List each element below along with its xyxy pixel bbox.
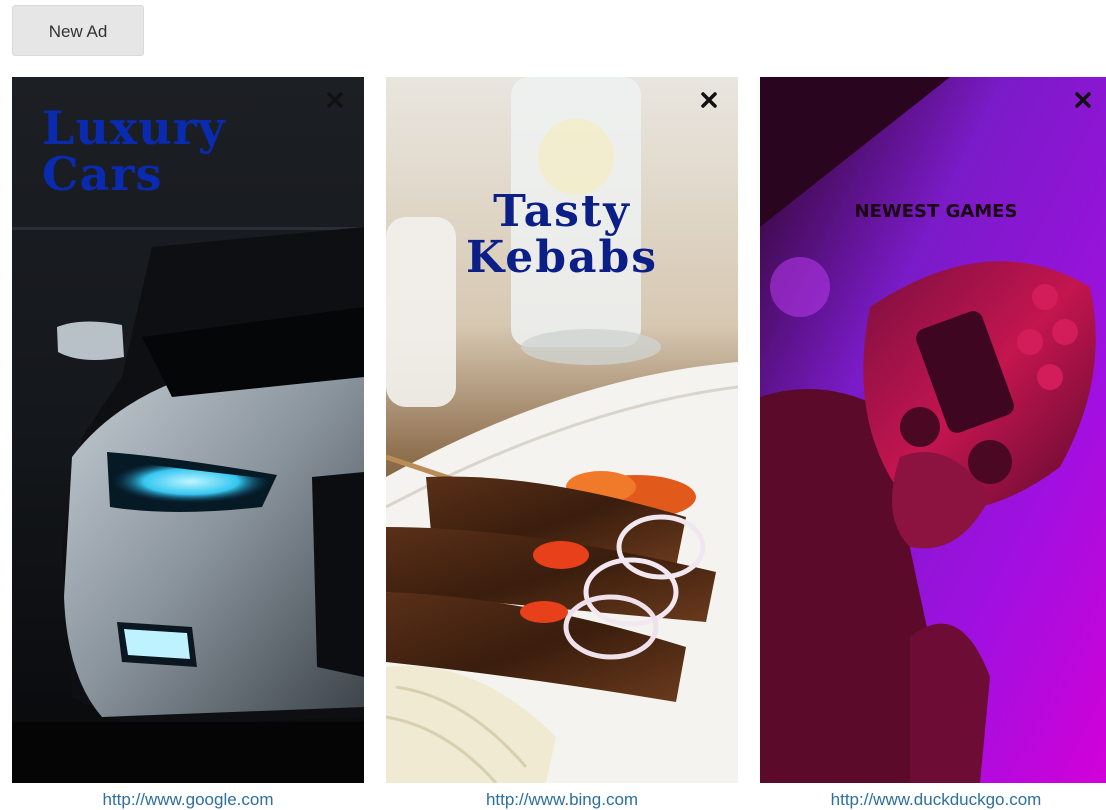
ad-title-line: Kebabs [465, 232, 659, 284]
ad-title: Tasty Kebabs [386, 186, 738, 284]
ad-card-kebabs: Tasty Kebabs http://www.bing.com [386, 77, 738, 810]
ad-image-games[interactable]: NEWEST GAMES [760, 77, 1106, 783]
ad-image-car[interactable]: Luxury Cars [12, 77, 364, 783]
ad-link[interactable]: http://www.duckduckgo.com [760, 790, 1106, 810]
ad-link[interactable]: http://www.google.com [12, 790, 364, 810]
ad-title: NEWEST GAMES [760, 203, 1106, 221]
close-icon[interactable] [326, 91, 344, 109]
ad-title-line: Luxury [42, 101, 226, 155]
ad-gallery: Luxury Cars http://www.google.com Tasty … [0, 77, 1106, 810]
ad-title-line: Cars [42, 147, 163, 201]
games-photo [760, 77, 1106, 783]
ad-card-games: NEWEST GAMES http://www.duckduckgo.com [760, 77, 1106, 810]
ad-title-line: Tasty [493, 186, 631, 237]
ad-image-kebab[interactable]: Tasty Kebabs [386, 77, 738, 783]
close-icon[interactable] [700, 91, 718, 109]
ad-title-line: NEWEST GAMES [854, 201, 1018, 222]
ad-link[interactable]: http://www.bing.com [386, 790, 738, 810]
close-icon[interactable] [1074, 91, 1092, 109]
ad-title: Luxury Cars [42, 105, 226, 197]
new-ad-button[interactable]: New Ad [12, 5, 144, 56]
ad-card-cars: Luxury Cars http://www.google.com [12, 77, 364, 810]
kebab-photo [386, 77, 738, 783]
